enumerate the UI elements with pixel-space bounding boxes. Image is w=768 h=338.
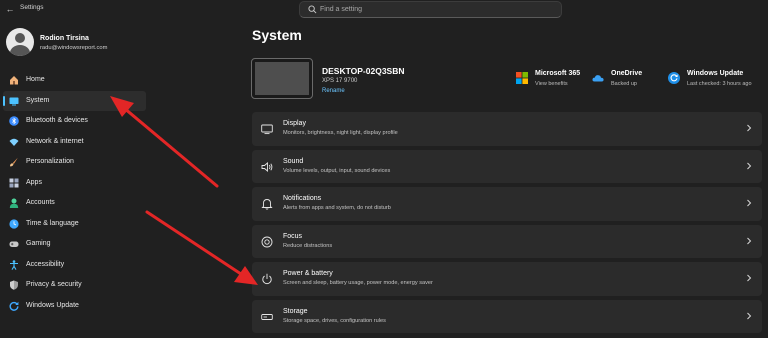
search-icon: [308, 5, 317, 14]
sidebar-item-label: Apps: [26, 178, 42, 186]
sidebar-item-label: Bluetooth & devices: [26, 117, 88, 124]
sidebar-item-label: Accounts: [26, 199, 55, 206]
card-subtitle: Volume levels, output, input, sound devi…: [283, 167, 391, 174]
chevron-right-icon: [747, 162, 752, 169]
sidebar-item-windows-update[interactable]: Windows Update: [3, 296, 146, 317]
chevron-right-icon: [747, 237, 752, 244]
bell-icon: [261, 199, 273, 210]
windows-update-icon: [668, 72, 680, 84]
apps-icon: [9, 178, 19, 187]
search-input[interactable]: Find a setting: [320, 6, 362, 13]
rename-link[interactable]: Rename: [322, 88, 345, 94]
device-image: [251, 58, 313, 99]
card-subtitle: Alerts from apps and system, do not dist…: [283, 205, 391, 211]
chevron-right-icon: [747, 124, 752, 132]
system-icon: [9, 97, 19, 105]
settings-list: Display Monitors, brightness, night ligh…: [252, 112, 762, 337]
user-profile[interactable]: Rodion Tirsina radu@windowsreport.com: [0, 24, 160, 60]
sidebar-nav: Home System Bluetooth & devices Network …: [3, 70, 147, 316]
page-title: System: [252, 27, 302, 43]
card-title: Power & battery: [283, 270, 333, 277]
accessibility-icon: [10, 259, 18, 270]
sidebar-item-label: Personalization: [26, 158, 74, 165]
sidebar-item-time-language[interactable]: Time & language: [3, 214, 146, 235]
power-icon: [262, 273, 272, 285]
storage-card[interactable]: Storage Storage space, drives, configura…: [252, 299, 762, 333]
sidebar-item-privacy-security[interactable]: Privacy & security: [3, 275, 146, 296]
card-title: Display: [283, 120, 306, 127]
arrow-to-power-battery: [145, 210, 258, 285]
gamepad-icon: [9, 241, 19, 247]
tile-title: Microsoft 365: [535, 70, 581, 77]
tile-title: OneDrive: [611, 70, 643, 77]
card-subtitle: Screen and sleep, battery usage, power m…: [283, 280, 433, 286]
card-title: Storage: [283, 307, 308, 315]
home-icon: [10, 76, 18, 85]
power-battery-card[interactable]: Power & battery Screen and sleep, batter…: [252, 262, 762, 296]
update-icon: [9, 301, 19, 311]
wifi-icon: [9, 138, 19, 146]
globe-clock-icon: [9, 218, 19, 229]
sidebar-item-personalization[interactable]: Personalization: [3, 152, 146, 173]
card-subtitle: Monitors, brightness, night light, displ…: [283, 130, 398, 136]
sidebar-item-label: Gaming: [26, 240, 51, 247]
onedrive-tile[interactable]: OneDrive Backed up: [592, 70, 662, 92]
card-title: Notifications: [283, 195, 322, 202]
chevron-right-icon: [747, 274, 752, 282]
selection-indicator: [3, 95, 5, 106]
focus-icon: [261, 236, 273, 247]
storage-icon: [261, 313, 273, 320]
search-box[interactable]: Find a setting: [299, 1, 562, 18]
sidebar-item-label: Windows Update: [26, 301, 79, 309]
sound-icon: [261, 161, 273, 172]
focus-card[interactable]: Focus Reduce distractions: [252, 224, 762, 258]
tile-subtitle: Last checked: 3 hours ago: [687, 81, 752, 87]
sidebar-item-label: Accessibility: [26, 260, 65, 268]
sidebar-item-accessibility[interactable]: Accessibility: [3, 255, 146, 276]
windows-update-tile[interactable]: Windows Update Last checked: 3 hours ago: [668, 70, 764, 92]
back-arrow-icon[interactable]: ←: [4, 3, 16, 15]
device-model: XPS 17 9700: [322, 78, 358, 84]
device-name: DESKTOP-02Q3SBN: [322, 66, 405, 76]
sidebar-item-network[interactable]: Network & internet: [3, 132, 146, 153]
shield-icon: [10, 280, 18, 290]
sidebar-item-gaming[interactable]: Gaming: [3, 234, 146, 255]
card-subtitle: Reduce distractions: [283, 242, 333, 249]
sidebar-item-accounts[interactable]: Accounts: [3, 193, 146, 214]
tile-subtitle: Backed up: [611, 81, 637, 87]
chevron-right-icon: [747, 312, 752, 319]
app-title: Settings: [20, 4, 44, 11]
sidebar-item-label: Network & internet: [26, 137, 84, 145]
sidebar-item-apps[interactable]: Apps: [3, 173, 146, 194]
sidebar-item-home[interactable]: Home: [3, 70, 146, 91]
sidebar-item-label: System: [26, 96, 50, 104]
sidebar-item-bluetooth[interactable]: Bluetooth & devices: [3, 111, 146, 132]
sidebar-item-label: Home: [26, 76, 45, 83]
avatar: [6, 28, 34, 56]
display-card[interactable]: Display Monitors, brightness, night ligh…: [252, 112, 762, 146]
tile-subtitle: View benefits: [535, 81, 568, 87]
user-name: Rodion Tirsina: [40, 35, 89, 42]
brush-icon: [10, 157, 18, 167]
card-title: Sound: [283, 157, 304, 165]
card-title: Focus: [283, 232, 303, 240]
microsoft-365-icon: [516, 72, 528, 84]
sidebar-item-system[interactable]: System: [3, 90, 146, 111]
onedrive-icon: [592, 75, 604, 82]
tile-title: Windows Update: [687, 70, 744, 77]
microsoft-365-tile[interactable]: Microsoft 365 View benefits: [516, 70, 596, 92]
sound-card[interactable]: Sound Volume levels, output, input, soun…: [252, 149, 762, 183]
bluetooth-icon: [9, 116, 19, 126]
chevron-right-icon: [747, 199, 752, 207]
sidebar-item-label: Time & language: [26, 219, 79, 227]
notifications-card[interactable]: Notifications Alerts from apps and syste…: [252, 187, 762, 221]
card-subtitle: Storage space, drives, configuration rul…: [283, 317, 386, 324]
accounts-icon: [9, 198, 19, 208]
display-icon: [261, 124, 273, 135]
sidebar-item-label: Privacy & security: [26, 281, 82, 288]
user-email: radu@windowsreport.com: [40, 45, 108, 51]
